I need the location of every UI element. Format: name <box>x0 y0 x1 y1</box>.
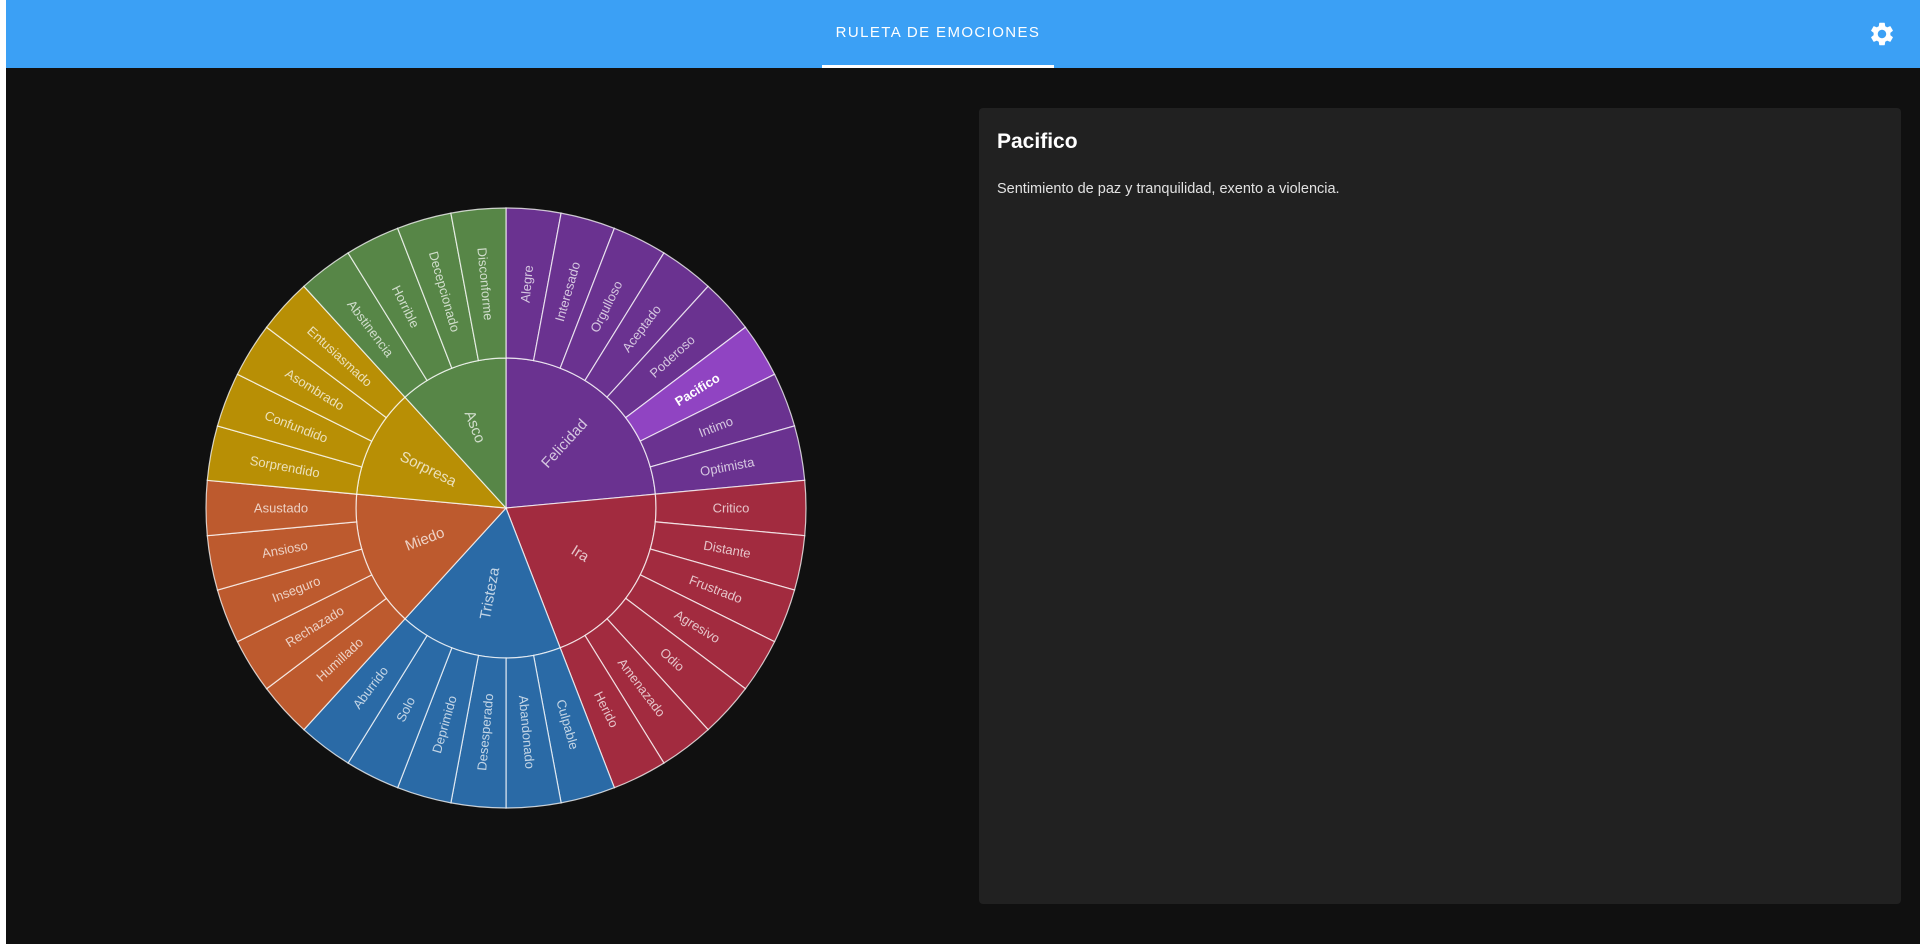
wheel-label-critico[interactable]: Critico <box>713 501 750 516</box>
detail-title: Pacifico <box>997 130 1078 153</box>
detail-panel: Pacifico Sentimiento de paz y tranquilid… <box>979 108 1901 904</box>
wheel-label-asustado[interactable]: Asustado <box>254 501 308 516</box>
detail-description: Sentimiento de paz y tranquilidad, exent… <box>997 181 1340 197</box>
active-tab-indicator <box>822 65 1054 68</box>
emotion-wheel: FelicidadAlegre Interesado OrgullosoAcepta… <box>205 207 807 809</box>
tab-ruleta-de-emociones[interactable]: RULETA DE EMOCIONES <box>822 0 1054 66</box>
top-app-bar: RULETA DE EMOCIONES <box>6 0 1920 68</box>
gear-icon[interactable] <box>1868 20 1896 48</box>
app-root: RULETA DE EMOCIONES Felicidad Alegre Inter… <box>6 0 1920 944</box>
